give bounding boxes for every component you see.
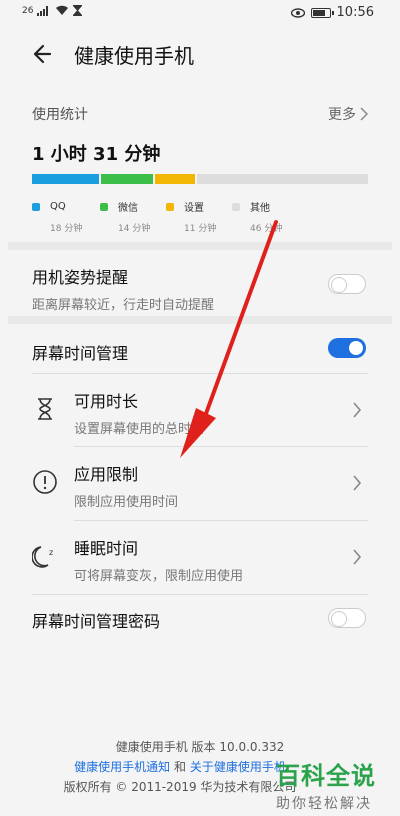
page-title: 健康使用手机 (74, 44, 194, 68)
legend-time: 14 分钟 (118, 224, 151, 234)
legend-name: 设置 (184, 203, 204, 214)
watermark-logo: 百科全说 助你轻松解决 (276, 756, 386, 812)
watermark-sub: 助你轻松解决 (276, 796, 372, 812)
legend-name: QQ (50, 201, 66, 212)
usage-bar-segment (197, 174, 368, 184)
list-item-app-limits[interactable]: 应用限制 限制应用使用时间 (8, 447, 392, 521)
item-sub: 设置屏幕使用的总时间 (74, 422, 205, 437)
status-right: 10:56 (290, 5, 374, 20)
legend-item: 其他 46 分钟 (232, 196, 282, 234)
hourglass-icon (38, 398, 52, 420)
more-link[interactable]: 更多 (328, 104, 368, 124)
total-usage-time: 1 小时 31 分钟 (32, 144, 161, 165)
legend-item: 微信 14 分钟 (100, 196, 150, 234)
chevron-right-icon (353, 475, 362, 491)
and-text: 和 (173, 760, 186, 774)
item-label: 应用限制 (74, 465, 139, 484)
item-label: 睡眠时间 (74, 539, 139, 558)
screen-time-password-row[interactable]: 屏幕时间管理密码 (8, 596, 392, 642)
usage-bar-segment (154, 174, 196, 184)
legend-dot (232, 202, 240, 211)
alert-circle-icon (33, 470, 57, 494)
section-divider (8, 242, 392, 250)
about-link[interactable]: 关于健康使用手机 (190, 760, 286, 774)
legend-dot (166, 202, 174, 211)
legend-item: 设置 11 分钟 (166, 196, 216, 234)
legend-time: 11 分钟 (184, 224, 217, 234)
app-bar: 健康使用手机 (0, 28, 400, 80)
usage-bar-segment (100, 174, 153, 184)
version-text: 健康使用手机 版本 10.0.0.332 (115, 740, 285, 754)
usage-stats-card[interactable]: 使用统计 更多 1 小时 31 分钟 QQ 18 分钟 微信 14 分钟 设置 11 分钟… (8, 90, 392, 242)
legend-time: 46 分钟 (250, 224, 283, 234)
watermark-main: 百科全说 (276, 762, 376, 790)
item-sub: 限制应用使用时间 (74, 495, 179, 510)
more-label: 更多 (328, 107, 356, 123)
usage-heading: 使用统计 (32, 107, 88, 123)
item-sub: 可将屏幕变灰，限制应用使用 (74, 569, 244, 584)
network-label: 26 (22, 5, 34, 16)
moon-icon: z (32, 546, 53, 568)
screen-time-label: 屏幕时间管理 (32, 344, 129, 363)
status-time: 10:56 (336, 5, 374, 20)
battery-icon (310, 7, 334, 18)
usage-legend: QQ 18 分钟 微信 14 分钟 设置 11 分钟 其他 46 分钟 (32, 196, 368, 234)
item-label: 可用时长 (74, 392, 139, 411)
posture-sub: 距离屏幕较近，行走时自动提醒 (32, 298, 215, 313)
hourglass-icon (73, 5, 83, 16)
row-divider (32, 594, 368, 595)
section-divider (8, 316, 392, 324)
posture-reminder-row[interactable]: 用机姿势提醒 距离屏幕较近，行走时自动提醒 (8, 252, 392, 313)
list-item-available-time[interactable]: 可用时长 设置屏幕使用的总时间 (8, 374, 392, 448)
screen-time-toggle[interactable] (328, 338, 366, 358)
password-toggle[interactable] (328, 608, 366, 628)
legend-dot (32, 202, 40, 211)
wifi-icon (56, 5, 69, 15)
password-label: 屏幕时间管理密码 (32, 612, 161, 631)
svg-text:z: z (49, 548, 53, 557)
eye-icon (290, 7, 305, 18)
chevron-right-icon (353, 402, 362, 418)
screen-time-row[interactable]: 屏幕时间管理 (8, 326, 392, 374)
signal-icon (37, 5, 49, 16)
usage-bar (32, 174, 368, 184)
notice-link[interactable]: 健康使用手机通知 (74, 760, 170, 774)
status-left: 26 (22, 5, 83, 16)
back-arrow-icon[interactable] (30, 40, 58, 68)
chevron-right-icon (353, 549, 362, 565)
legend-name: 微信 (118, 203, 138, 214)
legend-dot (100, 202, 108, 211)
legend-name: 其他 (250, 203, 270, 214)
status-bar: 26 10:56 (0, 0, 400, 28)
posture-toggle[interactable] (328, 274, 366, 294)
list-item-sleep-time[interactable]: z 睡眠时间 可将屏幕变灰，限制应用使用 (8, 521, 392, 595)
legend-time: 18 分钟 (50, 224, 83, 234)
chevron-right-icon (360, 107, 368, 121)
usage-bar-segment (32, 174, 99, 184)
legend-item: QQ 18 分钟 (32, 196, 82, 234)
posture-label: 用机姿势提醒 (32, 268, 129, 287)
